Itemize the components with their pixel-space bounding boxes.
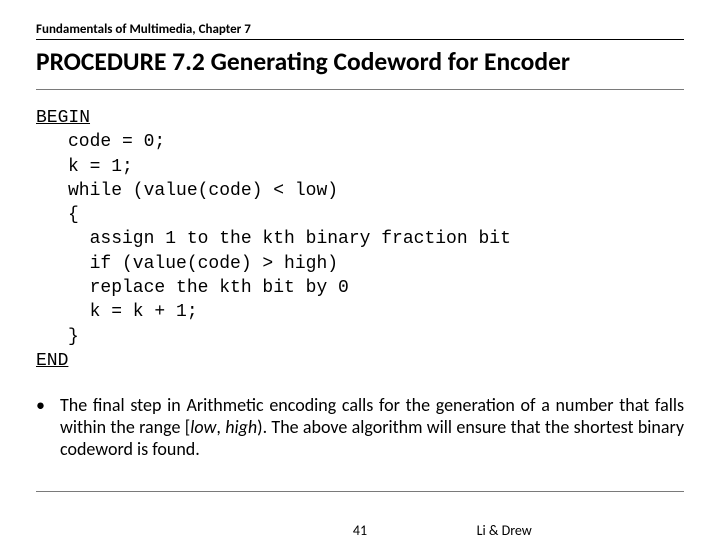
bullet-text: The final step in Arithmetic encoding ca… xyxy=(60,395,684,461)
code-line: k = k + 1; xyxy=(68,302,198,322)
pseudocode: code = 0; k = 1; while (value(code) < lo… xyxy=(68,130,684,349)
code-line: { xyxy=(68,205,79,225)
page-number: 41 xyxy=(353,522,367,539)
bullet-comma: , xyxy=(216,416,225,438)
code-line: } xyxy=(68,327,79,347)
bullet-marker: • xyxy=(36,395,60,461)
bullet-high: high xyxy=(225,416,257,438)
slide: Fundamentals of Multimedia, Chapter 7 PR… xyxy=(0,0,720,540)
code-line: replace the kth bit by 0 xyxy=(68,278,349,298)
code-line: while (value(code) < low) xyxy=(68,181,338,201)
bullet-item: • The final step in Arithmetic encoding … xyxy=(36,395,684,461)
code-end: END xyxy=(36,349,684,373)
code-line: if (value(code) > high) xyxy=(68,254,338,274)
bullet-low: low xyxy=(190,416,216,438)
code-line: code = 0; xyxy=(68,132,165,152)
chapter-header: Fundamentals of Multimedia, Chapter 7 xyxy=(36,22,684,37)
page-title: PROCEDURE 7.2 Generating Codeword for En… xyxy=(36,46,684,77)
rule-mid xyxy=(36,89,684,90)
footer-authors: Li & Drew xyxy=(477,522,532,539)
code-begin: BEGIN xyxy=(36,106,684,130)
rule-bottom xyxy=(36,491,684,492)
code-line: assign 1 to the kth binary fraction bit xyxy=(68,229,511,249)
code-line: k = 1; xyxy=(68,157,133,177)
rule-top xyxy=(36,39,684,40)
